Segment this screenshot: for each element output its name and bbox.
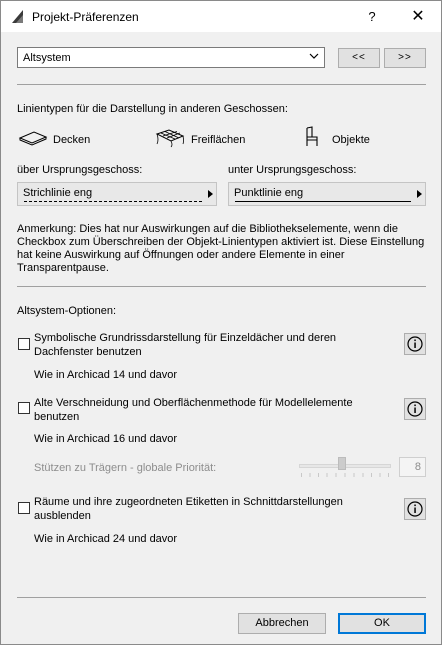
column-beam-priority-label: Stützen zu Trägern - globale Priorität:: [34, 462, 217, 474]
close-button[interactable]: ✕: [395, 1, 441, 32]
slab-icon: [18, 131, 48, 146]
priority-slider-ticks: [301, 473, 389, 477]
divider: [17, 84, 426, 85]
below-linetype-value: Punktlinie eng: [234, 187, 304, 199]
legacy-intersection-version-note: Wie in Archicad 16 und davor: [34, 433, 178, 445]
chevron-down-icon: [309, 53, 319, 59]
previous-page-button[interactable]: <<: [338, 48, 380, 68]
preset-dropdown-value: Altsystem: [23, 52, 71, 64]
divider: [17, 597, 426, 598]
roof-symbolic-version-note: Wie in Archicad 14 und davor: [34, 369, 178, 381]
legacy-options-heading: Altsystem-Optionen:: [17, 305, 117, 317]
ok-button[interactable]: OK: [338, 613, 426, 634]
help-button[interactable]: ?: [349, 1, 395, 32]
info-icon: [407, 501, 423, 517]
hide-zones-info-button[interactable]: [404, 498, 426, 520]
preset-dropdown[interactable]: Altsystem: [17, 47, 325, 68]
above-story-label: über Ursprungsgeschoss:: [17, 164, 143, 176]
dashed-line-sample: [24, 201, 202, 202]
next-page-button[interactable]: >>: [384, 48, 426, 68]
above-story-linetype-selector[interactable]: Strichlinie eng: [17, 182, 217, 206]
linetypes-heading: Linientypen für die Darstellung in ander…: [17, 103, 288, 115]
below-story-linetype-selector[interactable]: Punktlinie eng: [228, 182, 426, 206]
linetype-note: Anmerkung: Dies hat nur Auswirkungen auf…: [17, 223, 425, 274]
priority-value-field[interactable]: 8: [399, 457, 426, 477]
hide-zones-checkbox[interactable]: [18, 502, 30, 514]
hide-zones-version-note: Wie in Archicad 24 und davor: [34, 533, 178, 545]
arrow-right-icon: [417, 190, 422, 198]
archicad-app-icon: [12, 10, 23, 23]
below-story-label: unter Ursprungsgeschoss:: [228, 164, 357, 176]
info-icon: [407, 401, 423, 417]
window-title: Projekt-Präferenzen: [32, 10, 139, 24]
chair-object-icon: [306, 126, 318, 146]
divider: [17, 286, 426, 287]
dialog-window: Projekt-Präferenzen ? ✕ Altsystem << >> …: [0, 0, 442, 645]
arrow-right-icon: [208, 190, 213, 198]
category-slabs-label: Decken: [53, 134, 91, 146]
roof-symbolic-checkbox[interactable]: [18, 338, 30, 350]
title-bar: Projekt-Präferenzen ? ✕: [1, 1, 441, 32]
priority-slider-thumb[interactable]: [338, 457, 346, 470]
info-icon: [407, 336, 423, 352]
above-linetype-value: Strichlinie eng: [23, 187, 93, 199]
roof-symbolic-info-button[interactable]: [404, 333, 426, 355]
mesh-icon: [155, 129, 185, 148]
legacy-intersection-label: Alte Verschneidung und Oberflächenmethod…: [34, 397, 353, 423]
category-objects-label: Objekte: [332, 134, 370, 146]
legacy-intersection-checkbox[interactable]: [18, 402, 30, 414]
category-meshes-label: Freiflächen: [191, 134, 246, 146]
cancel-button[interactable]: Abbrechen: [238, 613, 326, 634]
legacy-intersection-info-button[interactable]: [404, 398, 426, 420]
hide-zones-label: Räume und ihre zugeordneten Etiketten in…: [34, 496, 343, 522]
dotted-line-sample: [235, 201, 411, 202]
roof-symbolic-label: Symbolische Grundrissdarstellung für Ein…: [34, 332, 337, 358]
